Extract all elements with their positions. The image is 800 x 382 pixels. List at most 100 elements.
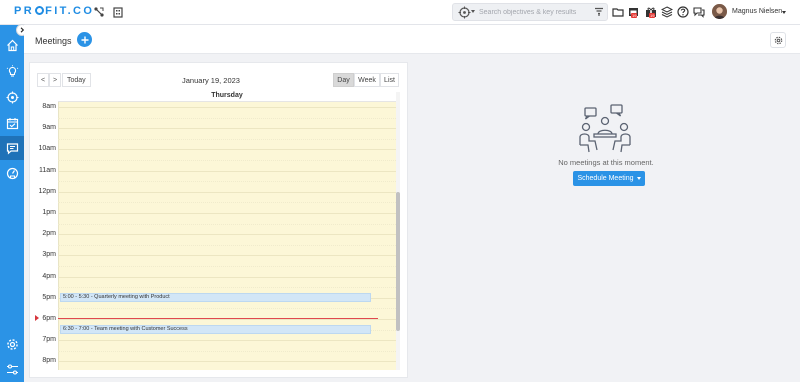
prev-day-button[interactable]: <	[37, 73, 49, 87]
current-time-indicator	[58, 318, 378, 319]
crosshair-icon	[6, 91, 18, 103]
profit-logo[interactable]: PROFIT.CO	[14, 5, 94, 17]
user-menu-caret-icon[interactable]	[782, 11, 786, 14]
target-icon[interactable]	[458, 6, 471, 19]
user-photo-icon	[712, 4, 727, 19]
hour-gridline	[58, 107, 396, 108]
time-grid[interactable]: 8am 9am 10am 11am 12pm 1pm 2pm 3pm 4pm 5pm 6pm 7pm 8…	[37, 102, 396, 370]
help-icon[interactable]	[677, 6, 689, 18]
half-hour-gridline	[58, 350, 396, 352]
current-time-arrow-icon	[35, 315, 39, 321]
sidebar-item-home[interactable]	[0, 33, 24, 57]
chevron-down-icon	[636, 177, 641, 180]
hour-gridline	[58, 276, 396, 278]
calendar-event[interactable]: 6:30 - 7:00 - Team meeting with Customer…	[60, 325, 371, 334]
sidebar-item-ideas[interactable]	[0, 59, 24, 83]
hour-label: 8am	[42, 103, 56, 110]
task-calendar-icon	[6, 117, 18, 129]
calendar-scrollbar-thumb[interactable]	[396, 192, 400, 331]
hour-label: 2pm	[42, 230, 56, 238]
lightbulb-icon	[6, 64, 18, 77]
search-scope-caret-icon[interactable]	[471, 10, 475, 13]
gauge-icon	[6, 167, 18, 179]
half-hour-gridline	[58, 287, 396, 289]
user-name[interactable]: Magnus Nielsen	[732, 8, 782, 15]
hour-label: 12pm	[38, 187, 56, 195]
gear-icon	[774, 36, 782, 44]
hour-gridline	[58, 234, 396, 236]
hour-label: 8pm	[42, 357, 56, 365]
hour-label: 1pm	[42, 209, 56, 216]
meeting-people-icon	[579, 104, 631, 153]
half-hour-gridline	[58, 308, 396, 310]
meetings-chat-icon	[6, 142, 18, 155]
avatar[interactable]	[712, 4, 727, 19]
logo-text-right: FIT.CO	[45, 5, 95, 17]
left-sidebar	[0, 25, 24, 382]
meetings-settings-button[interactable]	[770, 32, 786, 48]
hour-gridline	[58, 149, 396, 151]
hour-label: 11am	[39, 166, 56, 174]
hour-gridline	[58, 340, 396, 342]
logo-text-left: PR	[14, 5, 35, 17]
half-hour-gridline	[58, 244, 396, 246]
half-hour-gridline	[58, 138, 396, 140]
hour-label: 5pm	[42, 293, 56, 301]
half-hour-gridline	[58, 181, 396, 183]
search-bar	[452, 3, 608, 21]
layers-icon[interactable]	[661, 6, 673, 18]
gear-icon	[6, 338, 18, 350]
hour-gridline	[58, 170, 396, 172]
sliders-icon	[6, 363, 18, 375]
search-input[interactable]	[479, 5, 589, 20]
schedule-meeting-label: Schedule Meeting	[577, 175, 634, 182]
hour-gridline	[58, 255, 396, 257]
notification-badge: 19	[631, 13, 638, 18]
view-day-button[interactable]: Day	[333, 73, 354, 87]
hour-label: 6pm	[42, 315, 56, 322]
sidebar-item-tasks[interactable]	[0, 111, 24, 135]
hour-label: 3pm	[42, 251, 56, 259]
hour-label: 7pm	[42, 336, 56, 344]
next-day-button[interactable]: >	[49, 73, 61, 87]
sidebar-item-settings[interactable]	[0, 332, 24, 356]
calendar-date-title: January 19, 2023	[182, 76, 240, 85]
hour-gridline	[58, 361, 396, 363]
view-week-button[interactable]: Week	[354, 73, 380, 87]
filter-icon[interactable]	[594, 7, 604, 17]
hour-gridline	[58, 128, 396, 130]
hour-label: 9am	[42, 124, 56, 132]
sidebar-item-preferences[interactable]	[0, 357, 24, 381]
half-hour-gridline	[58, 117, 396, 119]
day-column-header: Thursday	[58, 92, 396, 102]
hour-gridline	[58, 191, 396, 193]
view-list-button[interactable]: List	[380, 73, 399, 87]
folder-icon[interactable]	[612, 6, 624, 18]
building-icon[interactable]	[112, 6, 124, 18]
empty-state-message: No meetings at this moment.	[558, 158, 654, 167]
gift-badge: 19	[649, 13, 656, 18]
half-hour-gridline	[58, 160, 396, 161]
hour-gridline	[58, 319, 396, 320]
half-hour-gridline	[58, 202, 396, 204]
chat-icon[interactable]	[693, 6, 705, 18]
sidebar-item-objectives[interactable]	[0, 85, 24, 109]
plus-icon	[81, 36, 88, 43]
today-button[interactable]: Today	[62, 73, 91, 87]
page-header: Meetings	[24, 25, 800, 54]
half-hour-gridline	[58, 266, 396, 267]
add-meeting-button[interactable]	[77, 32, 92, 47]
schedule-meeting-button[interactable]: Schedule Meeting	[573, 171, 645, 186]
top-bar: PROFIT.CO 19 19	[0, 0, 800, 25]
home-icon	[6, 39, 18, 51]
page-title: Meetings	[35, 36, 72, 46]
hour-label: 10am	[38, 145, 56, 153]
connections-icon[interactable]	[93, 6, 105, 18]
hour-label: 4pm	[42, 272, 56, 280]
logo-o-icon: O	[35, 6, 45, 15]
sidebar-item-dashboards[interactable]	[0, 161, 24, 185]
sidebar-item-meetings[interactable]	[0, 136, 24, 160]
half-hour-gridline	[58, 223, 396, 225]
calendar-event[interactable]: 5:00 - 5:30 - Quarterly meeting with Pro…	[60, 293, 371, 302]
hour-gridline	[58, 213, 396, 214]
